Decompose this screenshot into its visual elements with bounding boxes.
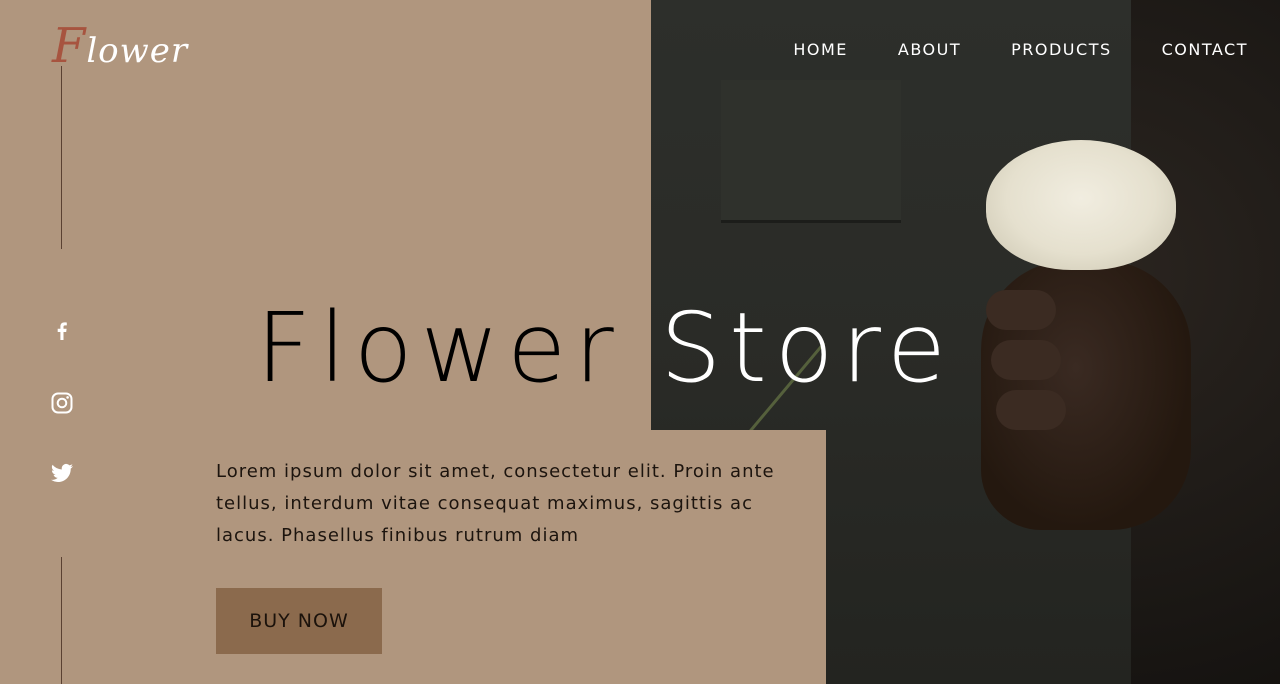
hero-title-word-2: Store xyxy=(660,292,954,404)
logo-first-letter: F xyxy=(52,18,87,74)
finger xyxy=(986,290,1056,330)
logo-rest: lower xyxy=(86,31,189,71)
divider-line-bottom xyxy=(61,557,62,684)
divider-line-top xyxy=(61,66,62,249)
shirt-pocket xyxy=(721,80,901,223)
nav-products[interactable]: PRODUCTS xyxy=(1011,40,1112,59)
main-nav: HOME ABOUT PRODUCTS CONTACT xyxy=(793,40,1248,59)
nav-about[interactable]: ABOUT xyxy=(898,40,961,59)
hero-title: Flower Store xyxy=(256,300,954,396)
hero-description: Lorem ipsum dolor sit amet, consectetur … xyxy=(216,461,775,546)
finger xyxy=(991,340,1061,380)
buy-now-button[interactable]: BUY NOW xyxy=(216,588,382,654)
white-rose xyxy=(986,140,1176,270)
instagram-icon[interactable] xyxy=(50,391,74,415)
nav-home[interactable]: HOME xyxy=(793,40,848,59)
site-logo[interactable]: Flower xyxy=(52,18,188,74)
finger xyxy=(996,390,1066,430)
twitter-icon[interactable] xyxy=(50,461,74,485)
facebook-icon[interactable] xyxy=(50,318,74,342)
hero-title-word-1: Flower xyxy=(256,292,622,404)
nav-contact[interactable]: CONTACT xyxy=(1162,40,1248,59)
